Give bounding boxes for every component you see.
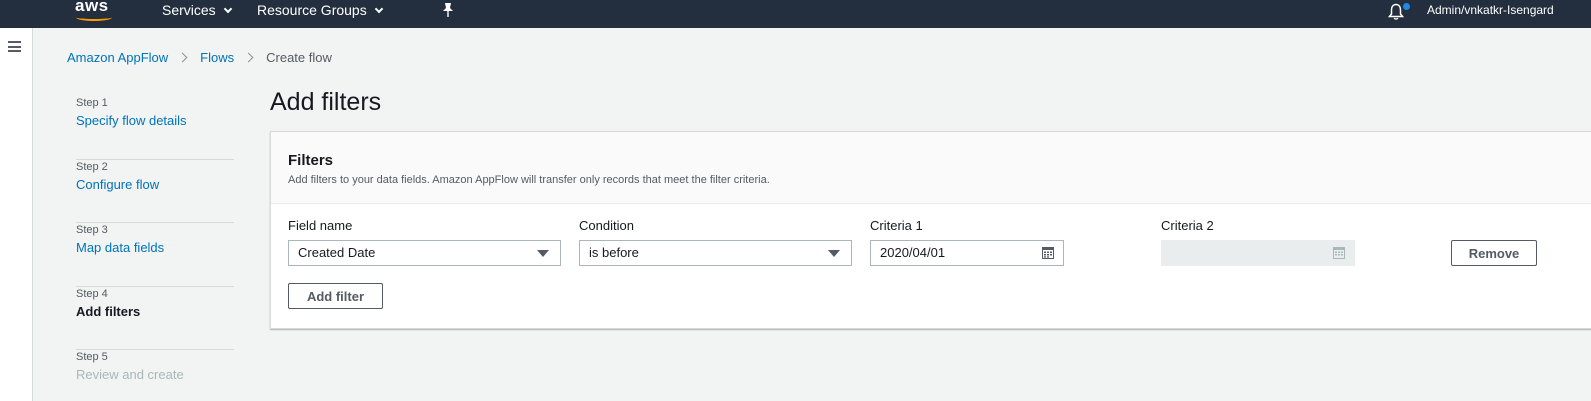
panel-header: Filters Add filters to your data fields.…: [271, 132, 1591, 204]
step-link-configure-flow[interactable]: Configure flow: [76, 177, 234, 192]
chevron-right-icon: [177, 52, 188, 63]
step-number: Step 3: [76, 224, 108, 236]
add-filter-button[interactable]: Add filter: [288, 283, 383, 309]
top-navigation-bar: aws Services Resource Groups Admin/vnkat…: [0, 0, 1591, 28]
step-current-add-filters: Add filters: [76, 303, 141, 319]
aws-logo-smile: [76, 14, 112, 21]
panel-title: Filters: [288, 152, 334, 169]
resource-groups-menu[interactable]: Resource Groups: [257, 2, 383, 18]
resource-groups-label: Resource Groups: [257, 2, 367, 18]
criteria-1-date-input[interactable]: 2020/04/01: [870, 240, 1064, 266]
services-menu[interactable]: Services: [162, 2, 232, 18]
wizard-step-1: Step 1 Specify flow details: [76, 96, 234, 160]
panel-description: Add filters to your data fields. Amazon …: [288, 174, 770, 186]
wizard-step-4: Step 4 Add filters: [76, 287, 234, 350]
filters-panel: Filters Add filters to your data fields.…: [270, 131, 1591, 329]
wizard-steps: Step 1 Specify flow details Step 2 Confi…: [76, 96, 234, 401]
services-label: Services: [162, 2, 216, 18]
hamburger-menu-icon[interactable]: [8, 41, 21, 52]
field-name-label: Field name: [288, 218, 353, 233]
step-disabled-review-and-create: Review and create: [76, 367, 184, 382]
chevron-right-icon: [243, 52, 254, 63]
step-number: Step 5: [76, 351, 108, 363]
field-name-select[interactable]: Created Date: [288, 240, 561, 266]
condition-label: Condition: [579, 218, 634, 233]
chevron-down-icon: [374, 4, 383, 13]
criteria-1-value: 2020/04/01: [880, 245, 946, 260]
breadcrumb: Amazon AppFlow Flows Create flow: [67, 50, 332, 65]
breadcrumb-current: Create flow: [266, 50, 332, 65]
field-name-value: Created Date: [298, 245, 376, 260]
step-number: Step 1: [76, 97, 108, 109]
side-navigation-rail: [0, 28, 33, 401]
calendar-icon[interactable]: [1042, 247, 1054, 259]
condition-value: is before: [589, 245, 639, 260]
wizard-step-5: Step 5 Review and create: [76, 350, 234, 401]
criteria-2-date-input: [1161, 240, 1355, 266]
pin-icon[interactable]: [441, 2, 455, 18]
breadcrumb-flows[interactable]: Flows: [200, 50, 234, 65]
calendar-icon: [1333, 247, 1345, 259]
step-link-specify-flow-details[interactable]: Specify flow details: [76, 113, 234, 128]
criteria-2-label: Criteria 2: [1161, 218, 1214, 233]
breadcrumb-amazon-appflow[interactable]: Amazon AppFlow: [67, 50, 168, 65]
caret-down-icon: [828, 250, 840, 257]
caret-down-icon: [537, 250, 549, 257]
step-link-map-data-fields[interactable]: Map data fields: [76, 240, 234, 255]
bell-icon[interactable]: [1388, 3, 1404, 21]
account-menu[interactable]: Admin/vnkatkr-Isengard: [1427, 3, 1554, 17]
remove-filter-button[interactable]: Remove: [1451, 240, 1537, 266]
notification-dot: [1403, 3, 1410, 10]
step-number: Step 2: [76, 160, 108, 173]
criteria-1-label: Criteria 1: [870, 218, 923, 233]
wizard-step-3: Step 3 Map data fields: [76, 223, 234, 287]
condition-select[interactable]: is before: [579, 240, 852, 266]
page-title: Add filters: [270, 88, 382, 116]
chevron-down-icon: [223, 4, 232, 13]
wizard-step-2: Step 2 Configure flow: [76, 160, 234, 223]
step-number: Step 4: [76, 287, 108, 300]
